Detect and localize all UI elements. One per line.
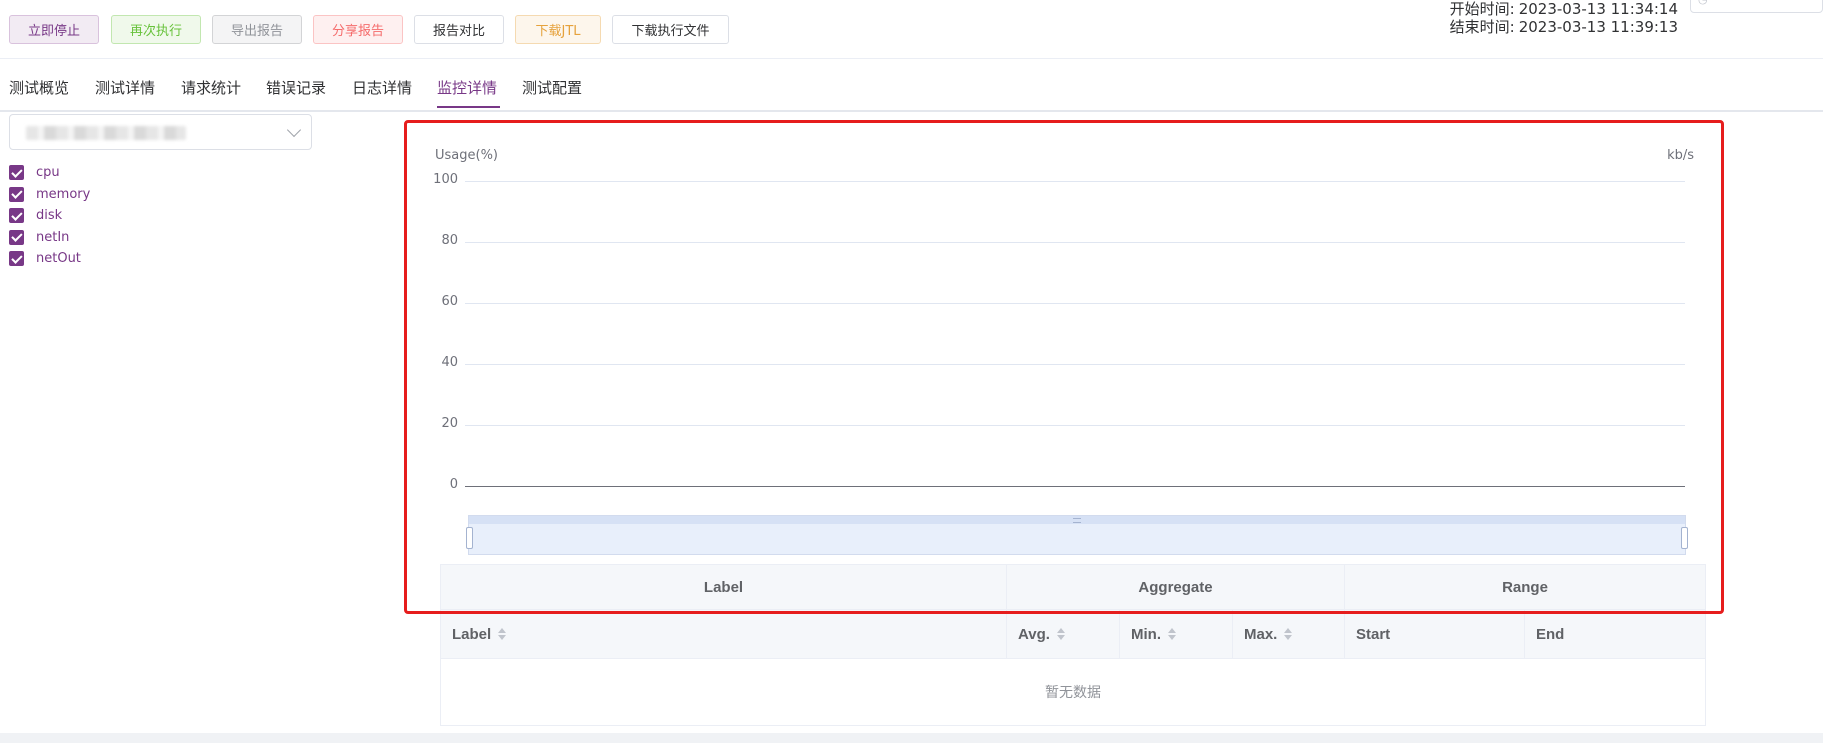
column-max[interactable]: Max. <box>1233 610 1345 658</box>
y-gridline <box>465 303 1685 304</box>
table-empty-text: 暂无数据 <box>1045 685 1101 701</box>
tab-request-stats[interactable]: 请求统计 <box>181 77 241 98</box>
column-start: Start <box>1345 610 1525 658</box>
tab-log-details[interactable]: 日志详情 <box>352 77 412 98</box>
tab-overview[interactable]: 测试概览 <box>9 77 69 98</box>
y-gridline <box>465 181 1685 182</box>
column-label[interactable]: Label <box>441 610 1007 658</box>
y-tick-label: 80 <box>441 233 458 248</box>
metric-memory-checkbox[interactable]: memory <box>9 184 90 206</box>
table-group-header: Label Aggregate Range <box>441 565 1705 610</box>
checkbox-checked-icon <box>9 251 24 267</box>
sort-icon[interactable] <box>498 628 507 640</box>
end-time-row: 结束时间: 2023-03-13 11:39:13 <box>1450 18 1678 36</box>
refresh-interval-select[interactable]: ◷ 10s <box>1690 0 1823 13</box>
start-time-label: 开始时间: <box>1449 0 1515 18</box>
column-avg[interactable]: Avg. <box>1007 610 1120 658</box>
page-bottom-bar <box>0 733 1823 743</box>
download-jtl-button[interactable]: 下载JTL <box>515 15 601 44</box>
checkbox-checked-icon <box>9 229 24 245</box>
metric-checkbox-group: cpu memory disk netIn netOut <box>9 162 90 270</box>
checkbox-checked-icon <box>9 165 24 181</box>
compare-report-button[interactable]: 报告对比 <box>414 15 504 44</box>
column-max-text: Max. <box>1244 625 1278 643</box>
start-time-row: 开始时间: 2023-03-13 11:34:14 <box>1450 0 1678 18</box>
end-time-label: 结束时间: <box>1449 18 1515 36</box>
metric-netin-checkbox[interactable]: netIn <box>9 227 90 249</box>
metric-label: cpu <box>36 165 60 181</box>
metric-disk-checkbox[interactable]: disk <box>9 205 90 227</box>
usage-chart: Usage(%) kb/s 100 80 60 40 20 0 <box>420 140 1710 560</box>
column-min[interactable]: Min. <box>1120 610 1233 658</box>
column-start-text: Start <box>1356 625 1391 643</box>
tab-details[interactable]: 测试详情 <box>95 77 155 98</box>
datazoom-right-handle[interactable] <box>1681 527 1688 549</box>
y-gridline <box>465 425 1685 426</box>
y-tick-label: 0 <box>449 477 458 492</box>
report-toolbar: 立即停止 再次执行 导出报告 分享报告 报告对比 下载JTL 下载执行文件 开始… <box>0 0 1823 59</box>
group-header-label: Label <box>441 565 1007 609</box>
group-header-range: Range <box>1502 578 1548 596</box>
end-time-value: 2023-03-13 11:39:13 <box>1518 18 1678 36</box>
chevron-down-icon <box>286 122 302 138</box>
y-gridline <box>465 364 1685 365</box>
chart-datazoom-slider[interactable] <box>466 515 1688 555</box>
y-tick-label: 60 <box>441 294 458 309</box>
group-header-aggregate: Aggregate <box>1007 565 1345 609</box>
clock-icon: ◷ <box>1698 0 1708 6</box>
metric-label: netIn <box>36 229 70 245</box>
datazoom-left-handle[interactable] <box>466 527 473 549</box>
monitor-target-select[interactable] <box>9 114 312 150</box>
stop-now-button[interactable]: 立即停止 <box>9 15 99 44</box>
column-min-text: Min. <box>1131 625 1161 643</box>
column-end-text: End <box>1536 625 1565 643</box>
metric-cpu-checkbox[interactable]: cpu <box>9 162 90 184</box>
sort-icon[interactable] <box>1284 628 1293 640</box>
time-range: 开始时间: 2023-03-13 11:34:14 结束时间: 2023-03-13… <box>1450 0 1678 36</box>
start-time-value: 2023-03-13 11:34:14 <box>1518 0 1678 18</box>
monitor-stats-table: Label Aggregate Range Label Avg. Min. Ma… <box>440 564 1706 726</box>
y-tick-label: 40 <box>441 355 458 370</box>
redacted-target-value <box>26 126 186 140</box>
sort-icon[interactable] <box>1168 628 1176 640</box>
metric-label: memory <box>36 186 91 202</box>
column-avg-text: Avg. <box>1018 625 1050 643</box>
share-report-button[interactable]: 分享报告 <box>313 15 403 44</box>
checkbox-checked-icon <box>9 186 24 202</box>
y-tick-label: 100 <box>433 172 458 187</box>
x-axis-line <box>465 486 1685 487</box>
metric-label: disk <box>36 208 63 224</box>
tab-error-records[interactable]: 错误记录 <box>266 77 326 98</box>
tab-monitor-details[interactable]: 监控详情 <box>437 77 497 98</box>
tab-test-config[interactable]: 测试配置 <box>522 77 582 98</box>
y-gridline <box>465 242 1685 243</box>
y-axis-title: Usage(%) <box>435 148 499 163</box>
grip-icon <box>1073 518 1081 523</box>
download-exec-file-button[interactable]: 下载执行文件 <box>612 15 729 44</box>
export-report-button[interactable]: 导出报告 <box>212 15 302 44</box>
y-tick-label: 20 <box>441 416 458 431</box>
y-axis-right-title: kb/s <box>1667 148 1694 163</box>
column-label-text: Label <box>452 625 492 643</box>
metric-label: netOut <box>36 251 81 267</box>
report-tabs: 测试概览 测试详情 请求统计 错误记录 日志详情 监控详情 测试配置 <box>0 60 1823 112</box>
rerun-button[interactable]: 再次执行 <box>111 15 201 44</box>
metric-netout-checkbox[interactable]: netOut <box>9 248 90 270</box>
table-column-header: Label Avg. Min. Max. Start End <box>441 610 1705 659</box>
checkbox-checked-icon <box>9 208 24 224</box>
sort-icon[interactable] <box>1056 628 1065 640</box>
column-end: End <box>1525 610 1705 658</box>
datazoom-move-bar[interactable] <box>469 516 1685 524</box>
active-tab-indicator <box>437 106 500 108</box>
refresh-interval-value: 10s <box>1715 0 1737 3</box>
